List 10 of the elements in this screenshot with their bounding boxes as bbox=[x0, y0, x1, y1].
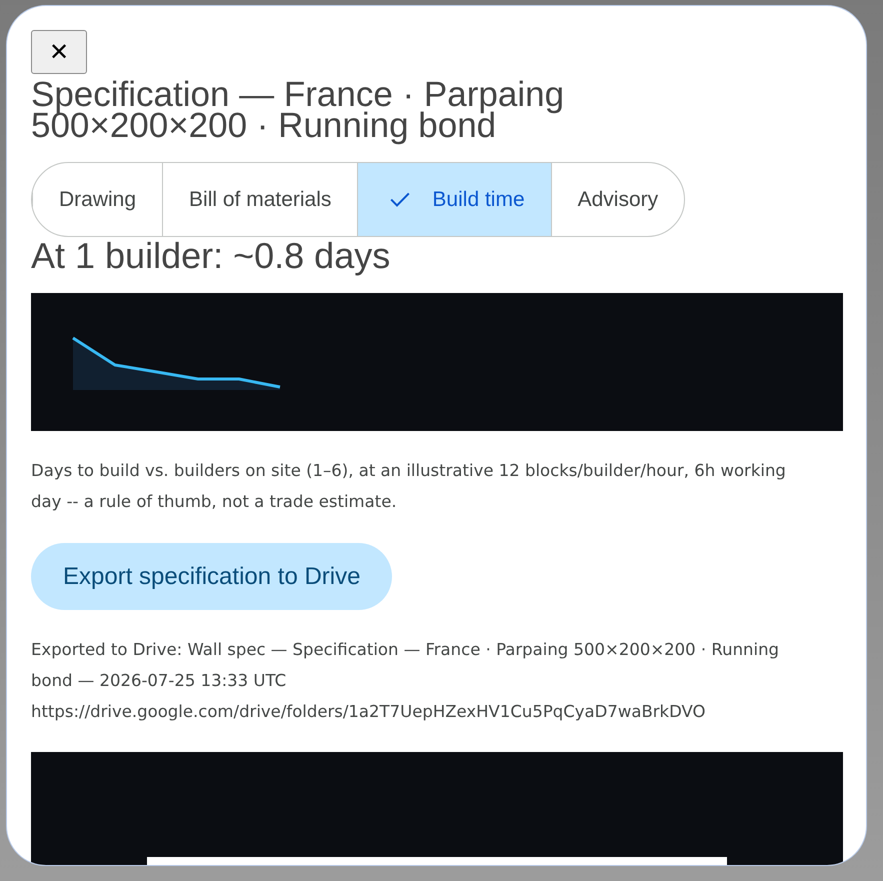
tab[interactable]: Drawing bbox=[32, 163, 162, 236]
tab[interactable]: Build time bbox=[357, 163, 551, 236]
chart-caption: Days to build vs. builders on site (1–6), at an illustrative 12 blocks/builder/hour, 6h working day -- a rule of thumb, not a trade estimate. bbox=[31, 460, 787, 513]
export-url: https://drive.google.com/drive/folders/1a2T7UepHZexHV1Cu5PqCyaD7waBrkDVO bbox=[31, 701, 706, 723]
close-button[interactable]: ✕ bbox=[31, 30, 87, 74]
tab[interactable]: Advisory bbox=[550, 163, 684, 236]
export-button[interactable]: Export specification to Drive bbox=[31, 543, 392, 610]
build-time-summary: At 1 builder: ~0.8 days bbox=[31, 237, 390, 275]
check-icon bbox=[390, 192, 410, 207]
dialog-title: Specification — France · Parpaing 500×200×200 · Running bond bbox=[31, 74, 566, 147]
